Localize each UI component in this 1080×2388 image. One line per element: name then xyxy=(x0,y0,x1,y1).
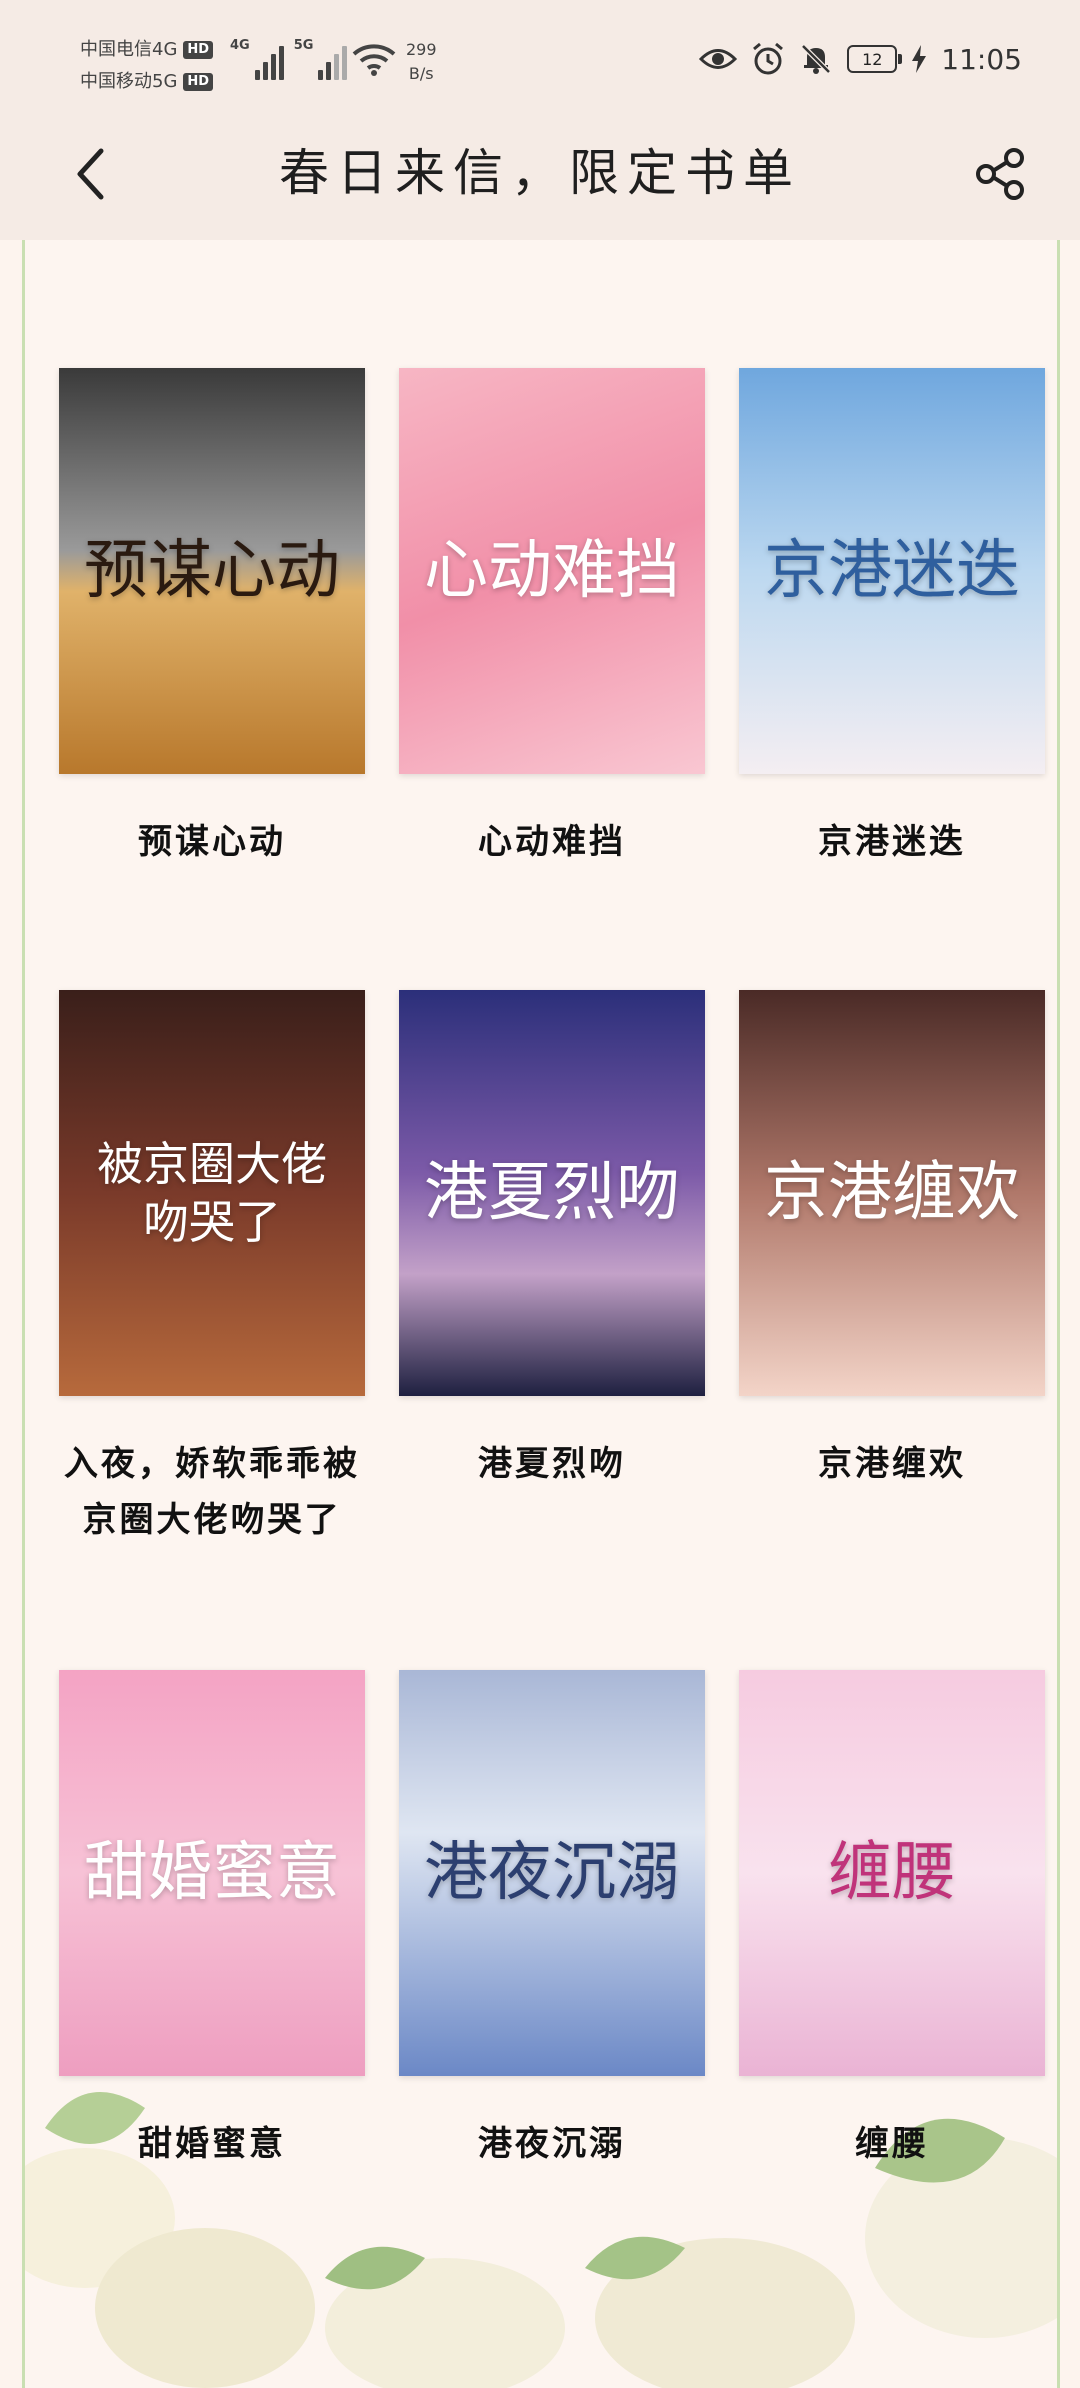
carrier-info: 中国电信4G HD 中国移动5G HD xyxy=(80,34,214,98)
network-speed: 299 B/s xyxy=(406,38,437,86)
book-title[interactable]: 入夜，娇软乖乖被京圈大佬吻哭了 xyxy=(59,1436,365,1548)
alarm-icon xyxy=(753,42,784,75)
cover-title-art: 心动难挡 xyxy=(424,534,680,608)
page-title: 春日来信，限定书单 xyxy=(279,144,801,202)
book-list: 预谋心动 预谋心动 心动难挡 心动难挡 京港迷迭 京港迷迭 被京圈大佬吻哭了 入夜，娇软乖乖被… xyxy=(22,240,1060,2388)
hd-badge: HD xyxy=(183,73,214,91)
book-title[interactable]: 甜婚蜜意 xyxy=(59,2116,365,2172)
book-title[interactable]: 心动难挡 xyxy=(399,814,705,870)
back-arrow-icon xyxy=(77,148,104,200)
top-area: 中国电信4G HD 中国移动5G HD 4G 5G 299 B/s 12 11:… xyxy=(0,0,1080,240)
book-cover-image[interactable]: 被京圈大佬吻哭了 xyxy=(59,990,365,1396)
share-icon xyxy=(976,148,1024,200)
book-item[interactable]: 被京圈大佬吻哭了 入夜，娇软乖乖被京圈大佬吻哭了 xyxy=(59,990,365,1548)
book-cover-image[interactable]: 京港缠欢 xyxy=(739,990,1045,1396)
book-title[interactable]: 港夏烈吻 xyxy=(399,1436,705,1492)
book-item[interactable]: 心动难挡 心动难挡 xyxy=(399,368,705,870)
eye-icon xyxy=(699,49,738,69)
book-item[interactable]: 港夜沉溺 港夜沉溺 xyxy=(399,1670,705,2172)
mute-bell-icon xyxy=(801,44,832,74)
cover-title-art: 预谋心动 xyxy=(84,534,340,608)
title-bar: 春日来信，限定书单 xyxy=(0,120,1080,240)
right-status: 12 11:05 xyxy=(699,42,1022,76)
cover-title-art: 京港迷迭 xyxy=(764,534,1020,608)
carrier-2-label: 中国移动5G xyxy=(80,71,178,92)
book-item[interactable]: 京港缠欢 京港缠欢 xyxy=(739,990,1045,1492)
wifi-icon xyxy=(352,44,396,76)
book-cover-image[interactable]: 心动难挡 xyxy=(399,368,705,774)
book-title[interactable]: 缠腰 xyxy=(739,2116,1045,2172)
speed-value: 299 xyxy=(406,40,437,59)
book-cover-image[interactable]: 预谋心动 xyxy=(59,368,365,774)
book-title[interactable]: 港夜沉溺 xyxy=(399,2116,705,2172)
signal-4g-icon: 4G xyxy=(230,38,284,80)
book-item[interactable]: 港夏烈吻 港夏烈吻 xyxy=(399,990,705,1492)
book-cover-image[interactable]: 京港迷迭 xyxy=(739,368,1045,774)
book-item[interactable]: 甜婚蜜意 甜婚蜜意 xyxy=(59,1670,365,2172)
battery-indicator: 12 xyxy=(847,45,903,73)
cover-title-art: 被京圈大佬吻哭了 xyxy=(97,1137,327,1249)
book-cover-image[interactable]: 缠腰 xyxy=(739,1670,1045,2076)
status-bar: 中国电信4G HD 中国移动5G HD 4G 5G 299 B/s 12 11:… xyxy=(0,0,1080,120)
book-cover-image[interactable]: 港夏烈吻 xyxy=(399,990,705,1396)
book-title[interactable]: 京港迷迭 xyxy=(739,814,1045,870)
book-item[interactable]: 缠腰 缠腰 xyxy=(739,1670,1045,2172)
signal-group: 4G 5G xyxy=(230,38,348,80)
net-type-4g: 4G xyxy=(230,38,250,53)
cover-title-art: 京港缠欢 xyxy=(764,1156,1020,1230)
book-item[interactable]: 预谋心动 预谋心动 xyxy=(59,368,365,870)
hd-badge: HD xyxy=(183,41,214,59)
cover-title-art: 缠腰 xyxy=(828,1836,956,1910)
carrier-1-label: 中国电信4G xyxy=(80,39,178,60)
book-cover-image[interactable]: 港夜沉溺 xyxy=(399,1670,705,2076)
book-item[interactable]: 京港迷迭 京港迷迭 xyxy=(739,368,1045,870)
cover-title-art: 甜婚蜜意 xyxy=(84,1836,340,1910)
book-title[interactable]: 京港缠欢 xyxy=(739,1436,1045,1492)
battery-level: 12 xyxy=(862,49,883,69)
speed-unit: B/s xyxy=(408,64,434,83)
back-button[interactable] xyxy=(60,144,120,204)
cover-title-art: 港夏烈吻 xyxy=(424,1156,680,1230)
cover-title-art: 港夜沉溺 xyxy=(424,1836,680,1910)
share-button[interactable] xyxy=(970,144,1030,204)
charging-icon xyxy=(912,45,927,73)
clock: 11:05 xyxy=(941,42,1022,76)
signal-5g-icon: 5G xyxy=(294,38,348,80)
book-title[interactable]: 预谋心动 xyxy=(59,814,365,870)
net-type-5g: 5G xyxy=(293,38,314,53)
book-cover-image[interactable]: 甜婚蜜意 xyxy=(59,1670,365,2076)
